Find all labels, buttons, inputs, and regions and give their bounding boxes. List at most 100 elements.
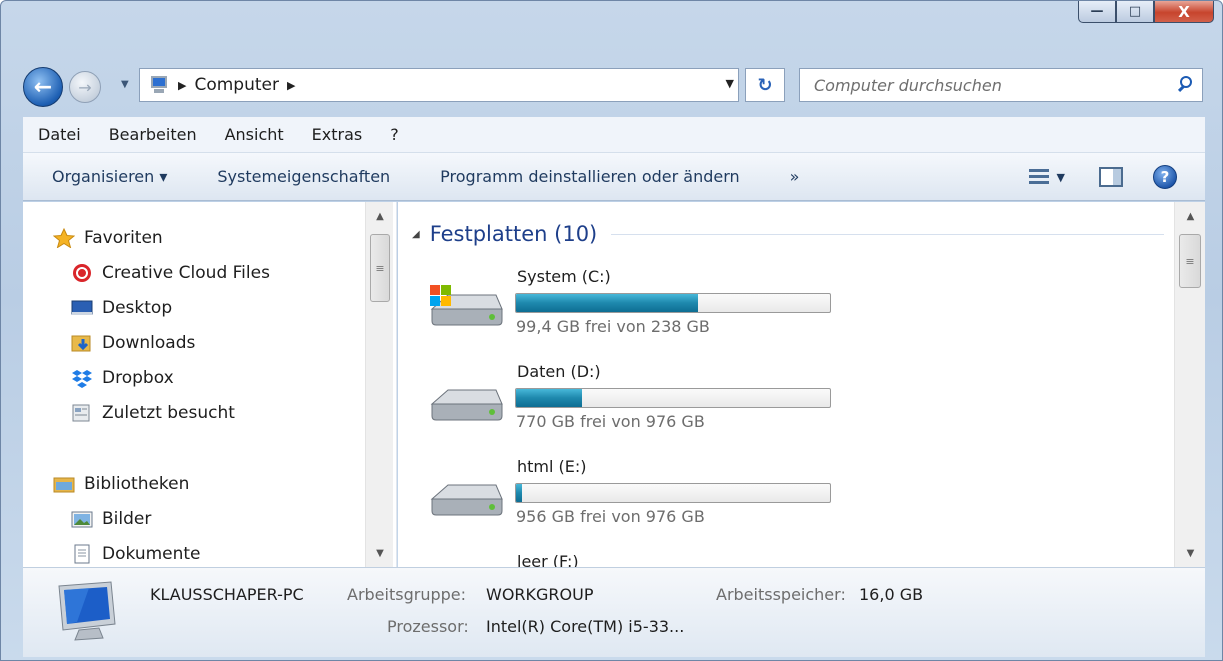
scroll-up-arrow-icon[interactable]: ▲ <box>366 206 394 226</box>
navigation-scrollbar[interactable]: ▲ ≡ ▼ <box>365 202 393 567</box>
drive-item[interactable]: System (C:) 99,4 GB frei von 238 GB <box>426 267 866 357</box>
content-pane: ◢ Festplatten (10) System (C:) 99,4 GB f… <box>398 202 1174 567</box>
processor-value: Intel(R) Core(TM) i5-33... <box>486 617 685 636</box>
caption-buttons: — □ X <box>1078 1 1214 23</box>
sidebar-item-label: Creative Cloud Files <box>102 263 270 283</box>
preview-pane-icon[interactable] <box>1099 167 1123 187</box>
address-bar[interactable]: ▶ Computer ▶ ▼ <box>139 68 739 102</box>
sidebar-item-creative-cloud[interactable]: Creative Cloud Files <box>71 257 270 289</box>
memory-value: 16,0 GB <box>859 585 924 604</box>
drive-item[interactable]: leer (F:) <box>426 552 866 567</box>
breadcrumb-chevron-icon[interactable]: ▶ <box>178 79 186 92</box>
view-dropdown-icon[interactable]: ▼ <box>1057 171 1065 184</box>
scroll-down-arrow-icon[interactable]: ▼ <box>1175 543 1206 563</box>
drive-name: Daten (D:) <box>517 362 601 381</box>
sidebar-item-label: Dropbox <box>102 368 174 388</box>
downloads-folder-icon <box>71 333 93 353</box>
explorer-window: — □ X ← → ▼ ▶ Computer ▶ ▼ ↻ Datei Bearb… <box>0 0 1223 661</box>
sidebar-item-libraries[interactable]: Bibliotheken <box>53 468 189 500</box>
organize-button[interactable]: Organisieren ▾ <box>23 167 192 186</box>
scroll-down-arrow-icon[interactable]: ▼ <box>366 543 394 563</box>
sidebar-item-favorites[interactable]: Favoriten <box>52 222 163 254</box>
sidebar-item-dropbox[interactable]: Dropbox <box>71 362 174 394</box>
breadcrumb-computer[interactable]: Computer <box>194 75 279 95</box>
address-dropdown-icon[interactable]: ▼ <box>726 77 734 90</box>
menu-bearbeiten[interactable]: Bearbeiten <box>95 125 211 144</box>
sidebar-item-documents[interactable]: Dokumente <box>71 538 201 567</box>
address-row: ← → ▼ ▶ Computer ▶ ▼ ↻ <box>1 59 1222 109</box>
sidebar-item-label: Desktop <box>102 298 173 318</box>
computer-name: KLAUSSCHAPER-PC <box>150 585 304 604</box>
drive-usage-bar <box>515 293 831 313</box>
drive-name: System (C:) <box>517 267 611 286</box>
details-pane: KLAUSSCHAPER-PC Arbeitsgruppe: WORKGROUP… <box>23 567 1205 657</box>
navigation-pane: Favoriten Creative Cloud Files Desktop D… <box>23 202 397 567</box>
hard-drive-icon <box>430 484 503 516</box>
scrollbar-thumb[interactable]: ≡ <box>370 234 390 302</box>
sidebar-item-label: Zuletzt besucht <box>102 403 235 423</box>
menu-help[interactable]: ? <box>376 125 413 144</box>
sidebar-item-label: Bilder <box>102 509 152 529</box>
drive-free-space: 99,4 GB frei von 238 GB <box>516 317 710 336</box>
group-divider <box>611 233 1164 235</box>
search-box[interactable] <box>799 68 1203 102</box>
maximize-button[interactable]: □ <box>1116 1 1154 23</box>
drive-name: html (E:) <box>517 457 587 476</box>
processor-label: Prozessor: <box>387 617 469 636</box>
minimize-button[interactable]: — <box>1078 1 1116 23</box>
search-icon[interactable] <box>1172 70 1202 100</box>
sidebar-item-recent[interactable]: Zuletzt besucht <box>71 397 235 429</box>
collapse-arrow-icon[interactable]: ◢ <box>412 229 420 240</box>
recent-places-icon <box>71 403 93 423</box>
sidebar-item-pictures[interactable]: Bilder <box>71 503 151 535</box>
libraries-icon <box>53 474 75 494</box>
menu-ansicht[interactable]: Ansicht <box>211 125 298 144</box>
scroll-up-arrow-icon[interactable]: ▲ <box>1175 206 1206 226</box>
windows-drive-icon <box>430 285 503 326</box>
menu-extras[interactable]: Extras <box>298 125 377 144</box>
drive-free-space: 770 GB frei von 976 GB <box>516 412 705 431</box>
menu-bar: Datei Bearbeiten Ansicht Extras ? <box>23 117 1205 153</box>
close-button[interactable]: X <box>1154 1 1214 23</box>
star-icon <box>52 227 76 249</box>
view-options-icon[interactable] <box>1028 167 1049 187</box>
hard-drive-icon <box>430 389 503 421</box>
sidebar-item-label: Dokumente <box>102 544 201 564</box>
content-scrollbar[interactable]: ▲ ≡ ▼ <box>1174 202 1205 567</box>
menu-datei[interactable]: Datei <box>23 125 95 144</box>
sidebar-item-downloads[interactable]: Downloads <box>71 327 195 359</box>
sidebar-item-label: Favoriten <box>84 228 163 248</box>
group-title: Festplatten (10) <box>429 222 598 246</box>
sidebar-item-desktop[interactable]: Desktop <box>71 292 172 324</box>
forward-button[interactable]: → <box>69 71 101 103</box>
system-properties-button[interactable]: Systemeigenschaften <box>192 167 415 186</box>
drive-item[interactable]: Daten (D:) 770 GB frei von 976 GB <box>426 362 866 452</box>
memory-label: Arbeitsspeicher: <box>716 585 846 604</box>
workgroup-value: WORKGROUP <box>486 585 594 604</box>
refresh-button[interactable]: ↻ <box>745 68 785 102</box>
search-input[interactable] <box>800 75 1172 95</box>
more-commands-button[interactable]: » <box>765 167 825 186</box>
sidebar-item-label: Downloads <box>102 333 196 353</box>
breadcrumb-chevron-icon[interactable]: ▶ <box>287 79 295 92</box>
back-button[interactable]: ← <box>23 67 63 107</box>
drive-free-space: 956 GB frei von 976 GB <box>516 507 705 526</box>
help-icon[interactable]: ? <box>1153 165 1177 189</box>
command-bar: Organisieren ▾ Systemeigenschaften Progr… <box>23 153 1205 201</box>
drive-item[interactable]: html (E:) 956 GB frei von 976 GB <box>426 457 866 547</box>
pictures-icon <box>71 509 93 529</box>
uninstall-program-button[interactable]: Programm deinstallieren oder ändern <box>415 167 765 186</box>
documents-icon <box>71 544 93 564</box>
computer-icon <box>148 76 170 94</box>
computer-icon <box>58 581 116 641</box>
scrollbar-thumb[interactable]: ≡ <box>1179 234 1201 288</box>
recent-pages-dropdown[interactable]: ▼ <box>121 79 129 90</box>
desktop-icon <box>71 298 93 318</box>
drive-usage-bar <box>515 483 831 503</box>
drive-name: leer (F:) <box>517 552 579 567</box>
dropbox-icon <box>71 368 93 388</box>
workgroup-label: Arbeitsgruppe: <box>347 585 466 604</box>
group-header[interactable]: ◢ Festplatten (10) <box>412 222 1164 246</box>
creative-cloud-icon <box>71 263 93 283</box>
drive-usage-bar <box>515 388 831 408</box>
